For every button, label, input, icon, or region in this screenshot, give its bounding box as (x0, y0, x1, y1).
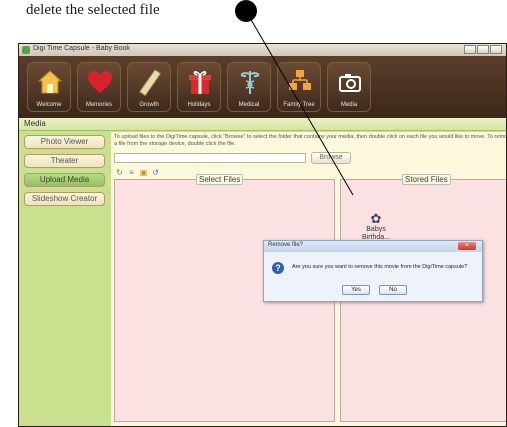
gift-icon (189, 71, 211, 94)
remove-file-dialog: Remove file? × ? Are you sure you want t… (263, 240, 483, 302)
toolbar-label: Medical (238, 102, 260, 108)
toolbar-label: Media (340, 102, 358, 108)
movie-file-icon: ✿ (370, 211, 382, 226)
folder-path-input[interactable] (114, 153, 306, 163)
yes-button[interactable]: Yes (342, 285, 370, 295)
window-title: Digi Time Capsule - Baby Book (33, 45, 130, 52)
close-window-button[interactable] (490, 45, 502, 54)
browse-button[interactable]: Browse (311, 152, 351, 164)
file-view-toolbar: ↻ ≡ ▣ ↺ (115, 168, 160, 177)
window-controls (464, 45, 502, 54)
app-icon (22, 46, 30, 54)
caduceus-icon (240, 71, 260, 94)
dialog-message: Are you sure you want to remove this mov… (292, 264, 468, 270)
upload-instructions: To upload files to the DigiTime capsule,… (114, 134, 507, 147)
annotation-callout-dot (235, 0, 257, 22)
up-folder-icon[interactable]: ↺ (151, 168, 160, 177)
view-mode-icon[interactable]: ≡ (127, 168, 136, 177)
main-toolbar: Welcome Memories Growth Holidays Medical… (19, 56, 506, 118)
toolbar-label: Welcome (36, 102, 62, 108)
toolbar-medical-button[interactable]: Medical (227, 62, 271, 112)
annotation-callout-text: delete the selected file (26, 2, 160, 18)
maximize-button[interactable] (477, 45, 489, 54)
window-titlebar: Digi Time Capsule - Baby Book (19, 44, 506, 56)
question-icon: ? (272, 262, 284, 274)
toolbar-holidays-button[interactable]: Holidays (177, 62, 221, 112)
select-files-label: Select Files (196, 174, 244, 185)
sidebar-item-theater[interactable]: Theater (24, 154, 105, 168)
sidebar-item-photo-viewer[interactable]: Photo Viewer (24, 135, 105, 149)
dialog-titlebar: Remove file? × (264, 241, 482, 252)
toolbar-family-tree-button[interactable]: Family Tree (277, 62, 321, 112)
house-icon (37, 70, 63, 94)
media-section-header: Media (19, 118, 506, 131)
dialog-title: Remove file? (268, 242, 304, 248)
toolbar-media-button[interactable]: Media (327, 62, 371, 112)
app-window: Digi Time Capsule - Baby Book Welcome Me… (18, 43, 507, 427)
refresh-icon[interactable]: ↻ (115, 168, 124, 177)
toolbar-growth-button[interactable]: Growth (127, 62, 171, 112)
stored-file-item[interactable]: ✿ Babys Birthda... (353, 211, 399, 242)
ruler-icon (139, 69, 161, 96)
heart-icon (88, 71, 112, 93)
no-button[interactable]: No (379, 285, 407, 295)
sidebar-item-slideshow-creator[interactable]: Slideshow Creator (24, 192, 105, 206)
stored-files-label: Stored Files (402, 174, 451, 185)
media-section-title: Media (24, 119, 46, 128)
toolbar-welcome-button[interactable]: Welcome (27, 62, 71, 112)
minimize-button[interactable] (464, 45, 476, 54)
dialog-close-button[interactable]: × (458, 242, 476, 250)
camera-icon (339, 74, 361, 92)
sidebar-item-upload-media[interactable]: Upload Media (24, 173, 105, 187)
toolbar-label: Holidays (187, 102, 211, 108)
toolbar-label: Memories (85, 102, 113, 108)
stored-file-name-line1: Babys (366, 226, 386, 233)
folder-icon[interactable]: ▣ (139, 168, 148, 177)
toolbar-label: Growth (139, 102, 159, 108)
toolbar-memories-button[interactable]: Memories (77, 62, 121, 112)
toolbar-label: Family Tree (283, 102, 315, 108)
family-tree-icon (289, 70, 311, 90)
